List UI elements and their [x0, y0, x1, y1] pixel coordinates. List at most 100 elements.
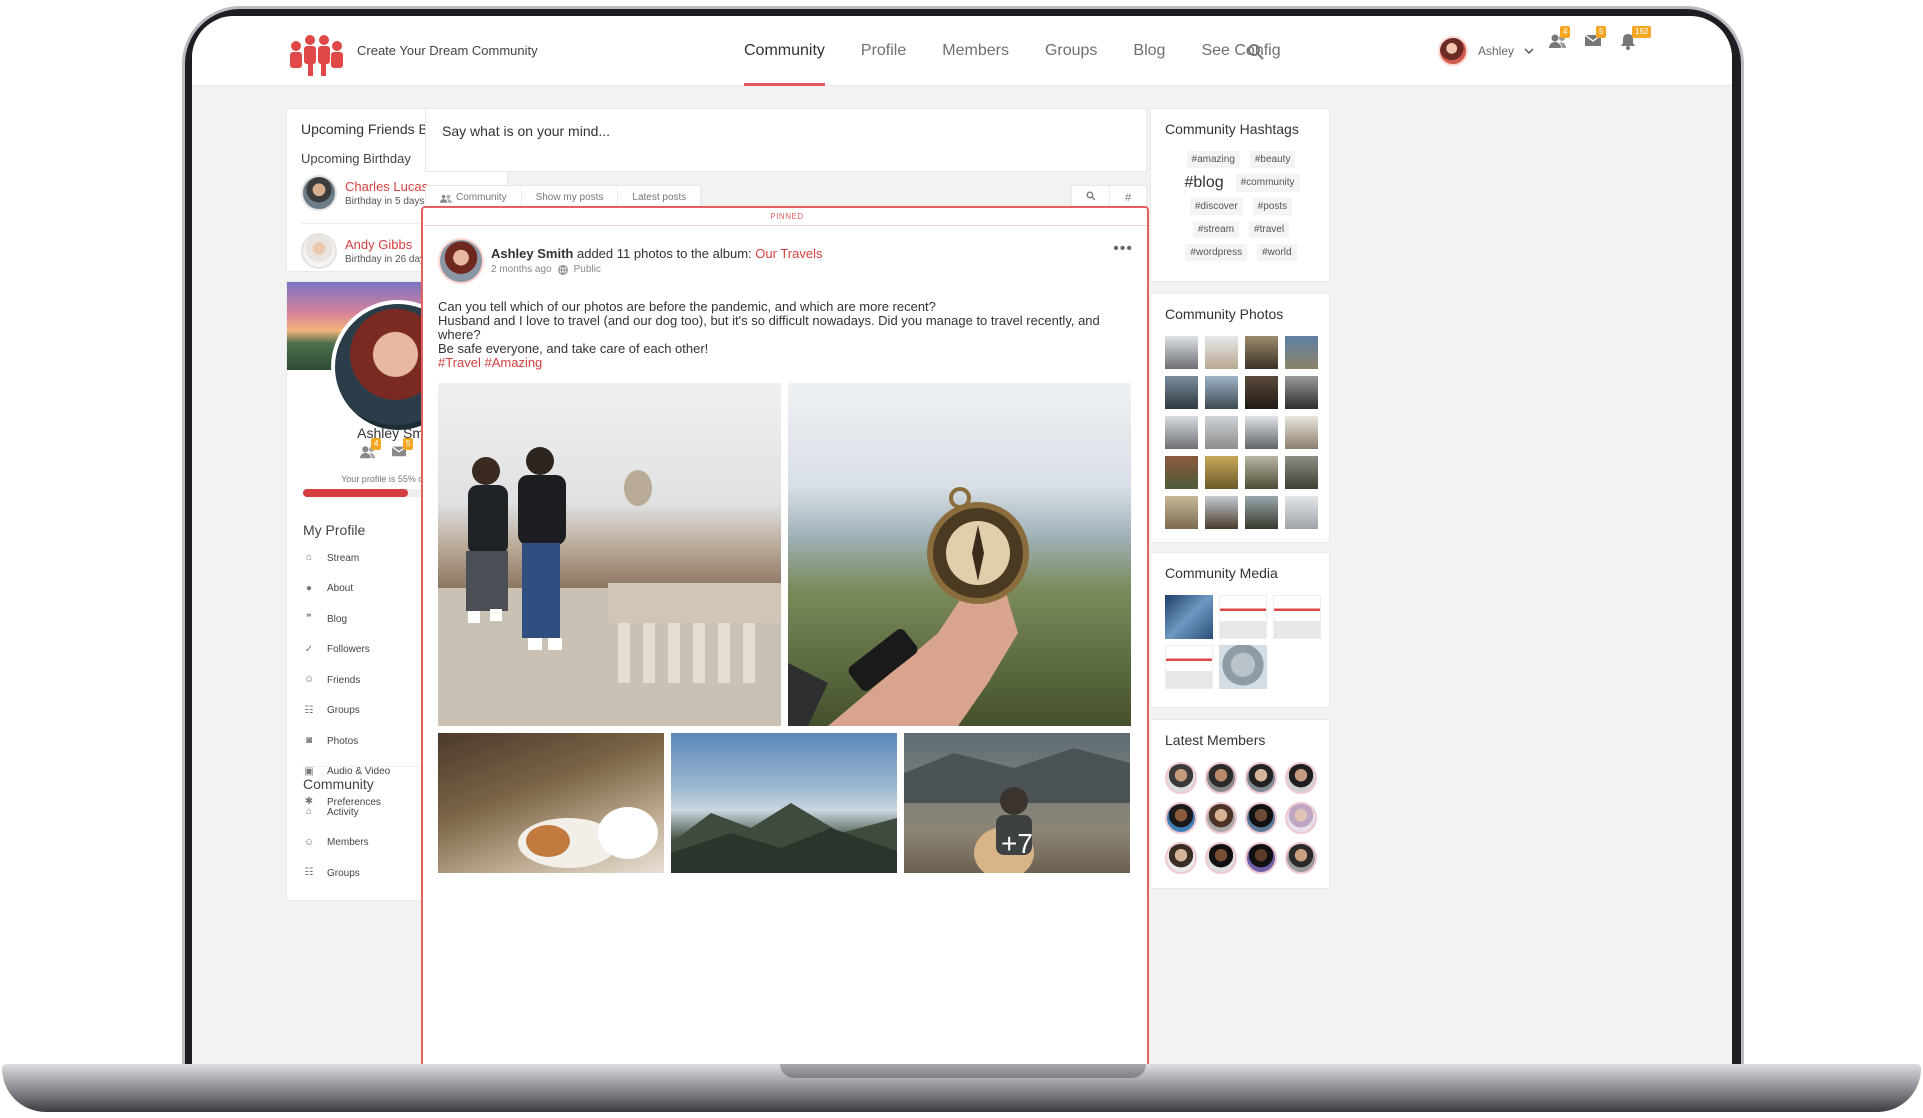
latest-members-grid — [1165, 762, 1317, 874]
menu-item-label[interactable]: Groups — [327, 868, 360, 879]
nav-members[interactable]: Members — [924, 16, 1027, 86]
post-photo-mountains[interactable] — [671, 733, 897, 873]
media-thumbnail[interactable] — [1219, 645, 1267, 689]
member-avatar[interactable] — [1165, 762, 1197, 794]
community-photo-thumbnail[interactable] — [1205, 376, 1238, 409]
menu-item-label[interactable]: Groups — [327, 705, 360, 716]
menu-item-label[interactable]: Blog — [327, 614, 347, 625]
more-options-icon[interactable]: ••• — [1113, 240, 1133, 258]
hashtag-stream[interactable]: #stream — [1192, 221, 1240, 238]
community-photo-thumbnail[interactable] — [1285, 496, 1318, 529]
media-thumbnail[interactable] — [1165, 595, 1213, 639]
community-photo-thumbnail[interactable] — [1165, 456, 1198, 489]
nav-groups[interactable]: Groups — [1027, 16, 1115, 86]
avatar[interactable] — [301, 233, 337, 269]
notifications-button[interactable]: 162 — [1620, 26, 1652, 54]
community-photo-thumbnail[interactable] — [1245, 496, 1278, 529]
post-composer[interactable]: Say what is on your mind... — [425, 108, 1147, 172]
community-photo-thumbnail[interactable] — [1245, 376, 1278, 409]
community-photo-thumbnail[interactable] — [1205, 496, 1238, 529]
messages-button[interactable]: 5 — [1584, 26, 1607, 54]
community-photo-thumbnail[interactable] — [1285, 336, 1318, 369]
profile-messages-button[interactable]: 5 — [391, 438, 414, 466]
post-hashtags[interactable]: #Travel #Amazing — [438, 355, 542, 370]
member-avatar[interactable] — [1245, 842, 1277, 874]
menu-item-label[interactable]: Followers — [327, 644, 370, 655]
post-photo-cat[interactable] — [438, 733, 664, 873]
community-photo-thumbnail[interactable] — [1205, 416, 1238, 449]
more-photos-count[interactable]: +7 — [1001, 828, 1033, 860]
menu-item-label[interactable]: About — [327, 583, 353, 594]
community-photo-thumbnail[interactable] — [1165, 496, 1198, 529]
community-photo-thumbnail[interactable] — [1245, 416, 1278, 449]
member-avatar[interactable] — [1205, 762, 1237, 794]
community-photo-thumbnail[interactable] — [1245, 456, 1278, 489]
menu-item-label[interactable]: Stream — [327, 553, 359, 564]
media-thumbnail[interactable] — [1219, 595, 1267, 639]
post-text-line: Can you tell which of our photos are bef… — [438, 299, 936, 314]
composer-placeholder[interactable]: Say what is on your mind... — [442, 123, 1130, 139]
laptop-base — [2, 1064, 1921, 1112]
nav-see-config[interactable]: See Config — [1183, 16, 1298, 86]
hashtag-discover[interactable]: #discover — [1189, 198, 1243, 215]
post-author[interactable]: Ashley Smith — [491, 246, 573, 261]
menu-item-label[interactable]: Members — [327, 837, 369, 848]
community-photo-thumbnail[interactable] — [1165, 376, 1198, 409]
profile-progress-fill — [303, 489, 408, 497]
birthday-when: Birthday in 26 days. — [345, 254, 433, 265]
avatar[interactable] — [301, 175, 337, 211]
post-photo-couple[interactable] — [438, 383, 781, 726]
menu-item-label[interactable]: Photos — [327, 736, 358, 747]
user-menu[interactable]: Ashley — [1438, 34, 1534, 68]
profile-friends-button[interactable]: 4 — [359, 438, 382, 466]
community-photo-thumbnail[interactable] — [1285, 456, 1318, 489]
hashtag-world[interactable]: #world — [1257, 244, 1297, 261]
hashtag-beauty[interactable]: #beauty — [1249, 151, 1296, 168]
member-avatar[interactable] — [1205, 842, 1237, 874]
community-photos-grid — [1165, 336, 1318, 529]
community-photo-thumbnail[interactable] — [1245, 336, 1278, 369]
logo-icon[interactable] — [288, 34, 344, 78]
photo-mountains-illustration — [671, 803, 897, 873]
community-photo-thumbnail[interactable] — [1285, 416, 1318, 449]
member-avatar[interactable] — [1285, 802, 1317, 834]
member-avatar[interactable] — [1165, 842, 1197, 874]
member-avatar[interactable] — [1165, 802, 1197, 834]
member-avatar[interactable] — [1245, 802, 1277, 834]
media-thumbnail[interactable] — [1273, 595, 1321, 639]
user-avatar[interactable] — [1438, 36, 1468, 66]
member-avatar[interactable] — [1285, 842, 1317, 874]
community-photo-thumbnail[interactable] — [1205, 456, 1238, 489]
hashtag-community[interactable]: #community — [1235, 174, 1300, 192]
member-avatar[interactable] — [1245, 762, 1277, 794]
member-avatar[interactable] — [1285, 762, 1317, 794]
friends-request-button[interactable]: 4 — [1548, 26, 1571, 54]
nav-profile[interactable]: Profile — [843, 16, 924, 86]
community-photo-thumbnail[interactable] — [1165, 336, 1198, 369]
menu-item-label[interactable]: Friends — [327, 675, 360, 686]
member-avatar[interactable] — [1205, 802, 1237, 834]
post-album-link[interactable]: Our Travels — [755, 246, 822, 261]
hashtag-posts[interactable]: #posts — [1252, 198, 1293, 215]
menu-item-label[interactable]: Activity — [327, 807, 359, 818]
hashtag-wordpress[interactable]: #wordpress — [1185, 244, 1248, 261]
hashtag-blog[interactable]: #blog — [1182, 174, 1226, 192]
media-thumbnail[interactable] — [1165, 645, 1213, 689]
hashtag-travel[interactable]: #travel — [1249, 221, 1290, 238]
group-icon: ☷ — [304, 867, 314, 879]
search-icon[interactable] — [1247, 43, 1265, 61]
hashtag-amazing[interactable]: #amazing — [1186, 151, 1240, 168]
community-photo-thumbnail[interactable] — [1165, 416, 1198, 449]
nav-community[interactable]: Community — [726, 16, 843, 86]
birthday-name[interactable]: Charles Lucas — [345, 179, 428, 194]
post-time[interactable]: 2 months ago — [491, 264, 552, 275]
main-nav: Community Profile Members Groups Blog Se… — [726, 16, 1299, 86]
community-photo-thumbnail[interactable] — [1285, 376, 1318, 409]
user-name[interactable]: Ashley — [1478, 44, 1514, 58]
nav-blog[interactable]: Blog — [1115, 16, 1183, 86]
community-photo-thumbnail[interactable] — [1205, 336, 1238, 369]
post-author-avatar[interactable] — [438, 238, 484, 284]
post-photo-compass[interactable] — [788, 383, 1131, 726]
chevron-down-icon[interactable] — [1524, 47, 1534, 55]
birthday-name[interactable]: Andy Gibbs — [345, 237, 433, 252]
